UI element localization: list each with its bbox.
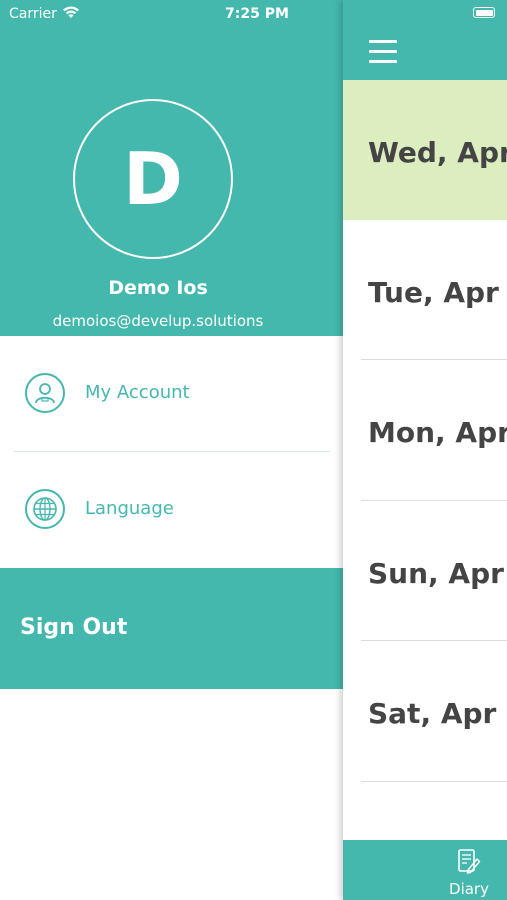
day-row[interactable]: Sat, Apr 1 (343, 641, 507, 781)
clock-time: 7:25 PM (225, 6, 289, 22)
tab-bar: Diary (343, 840, 507, 900)
day-row[interactable]: Mon, Apr 1 (343, 360, 507, 500)
day-row[interactable]: Wed, Apr 1 (343, 80, 507, 220)
day-label: Mon, Apr 1 (368, 416, 507, 449)
profile-header: D Demo Ios demoios@develup.solutions (0, 0, 343, 336)
day-label: Tue, Apr 1 (368, 276, 507, 309)
main-view: Wed, Apr 1 Tue, Apr 1 Mon, Apr 1 Sun, Ap… (343, 0, 507, 900)
menu-item-label: Language (85, 498, 174, 519)
avatar: D (73, 99, 233, 259)
row-divider (361, 781, 507, 782)
day-row[interactable]: Tue, Apr 1 (343, 220, 507, 360)
battery-icon (473, 7, 495, 18)
day-label: Sun, Apr 1 (368, 557, 507, 590)
day-row[interactable]: Sun, Apr 1 (343, 501, 507, 641)
tab-diary[interactable]: Diary (439, 840, 499, 900)
day-label: Sat, Apr 1 (368, 697, 507, 730)
sign-out-label: Sign Out (20, 615, 128, 640)
diary-icon (458, 849, 481, 874)
user-email: demoios@develup.solutions (52, 312, 264, 330)
hamburger-menu-icon[interactable] (369, 40, 397, 64)
wifi-icon (63, 6, 79, 18)
globe-icon (25, 489, 65, 529)
menu-item-language[interactable]: Language (0, 452, 343, 568)
side-drawer: D Demo Ios demoios@develup.solutions My … (0, 0, 343, 900)
status-bar: Carrier 7:25 PM (0, 0, 507, 28)
user-name: Demo Ios (108, 277, 208, 299)
menu-item-my-account[interactable]: My Account (0, 336, 343, 452)
menu-item-label: My Account (85, 382, 190, 403)
sign-out-button[interactable]: Sign Out (0, 568, 343, 689)
user-icon (25, 373, 65, 413)
carrier-label: Carrier (9, 6, 57, 22)
day-label: Wed, Apr 1 (368, 136, 507, 169)
tab-diary-label: Diary (449, 880, 489, 898)
